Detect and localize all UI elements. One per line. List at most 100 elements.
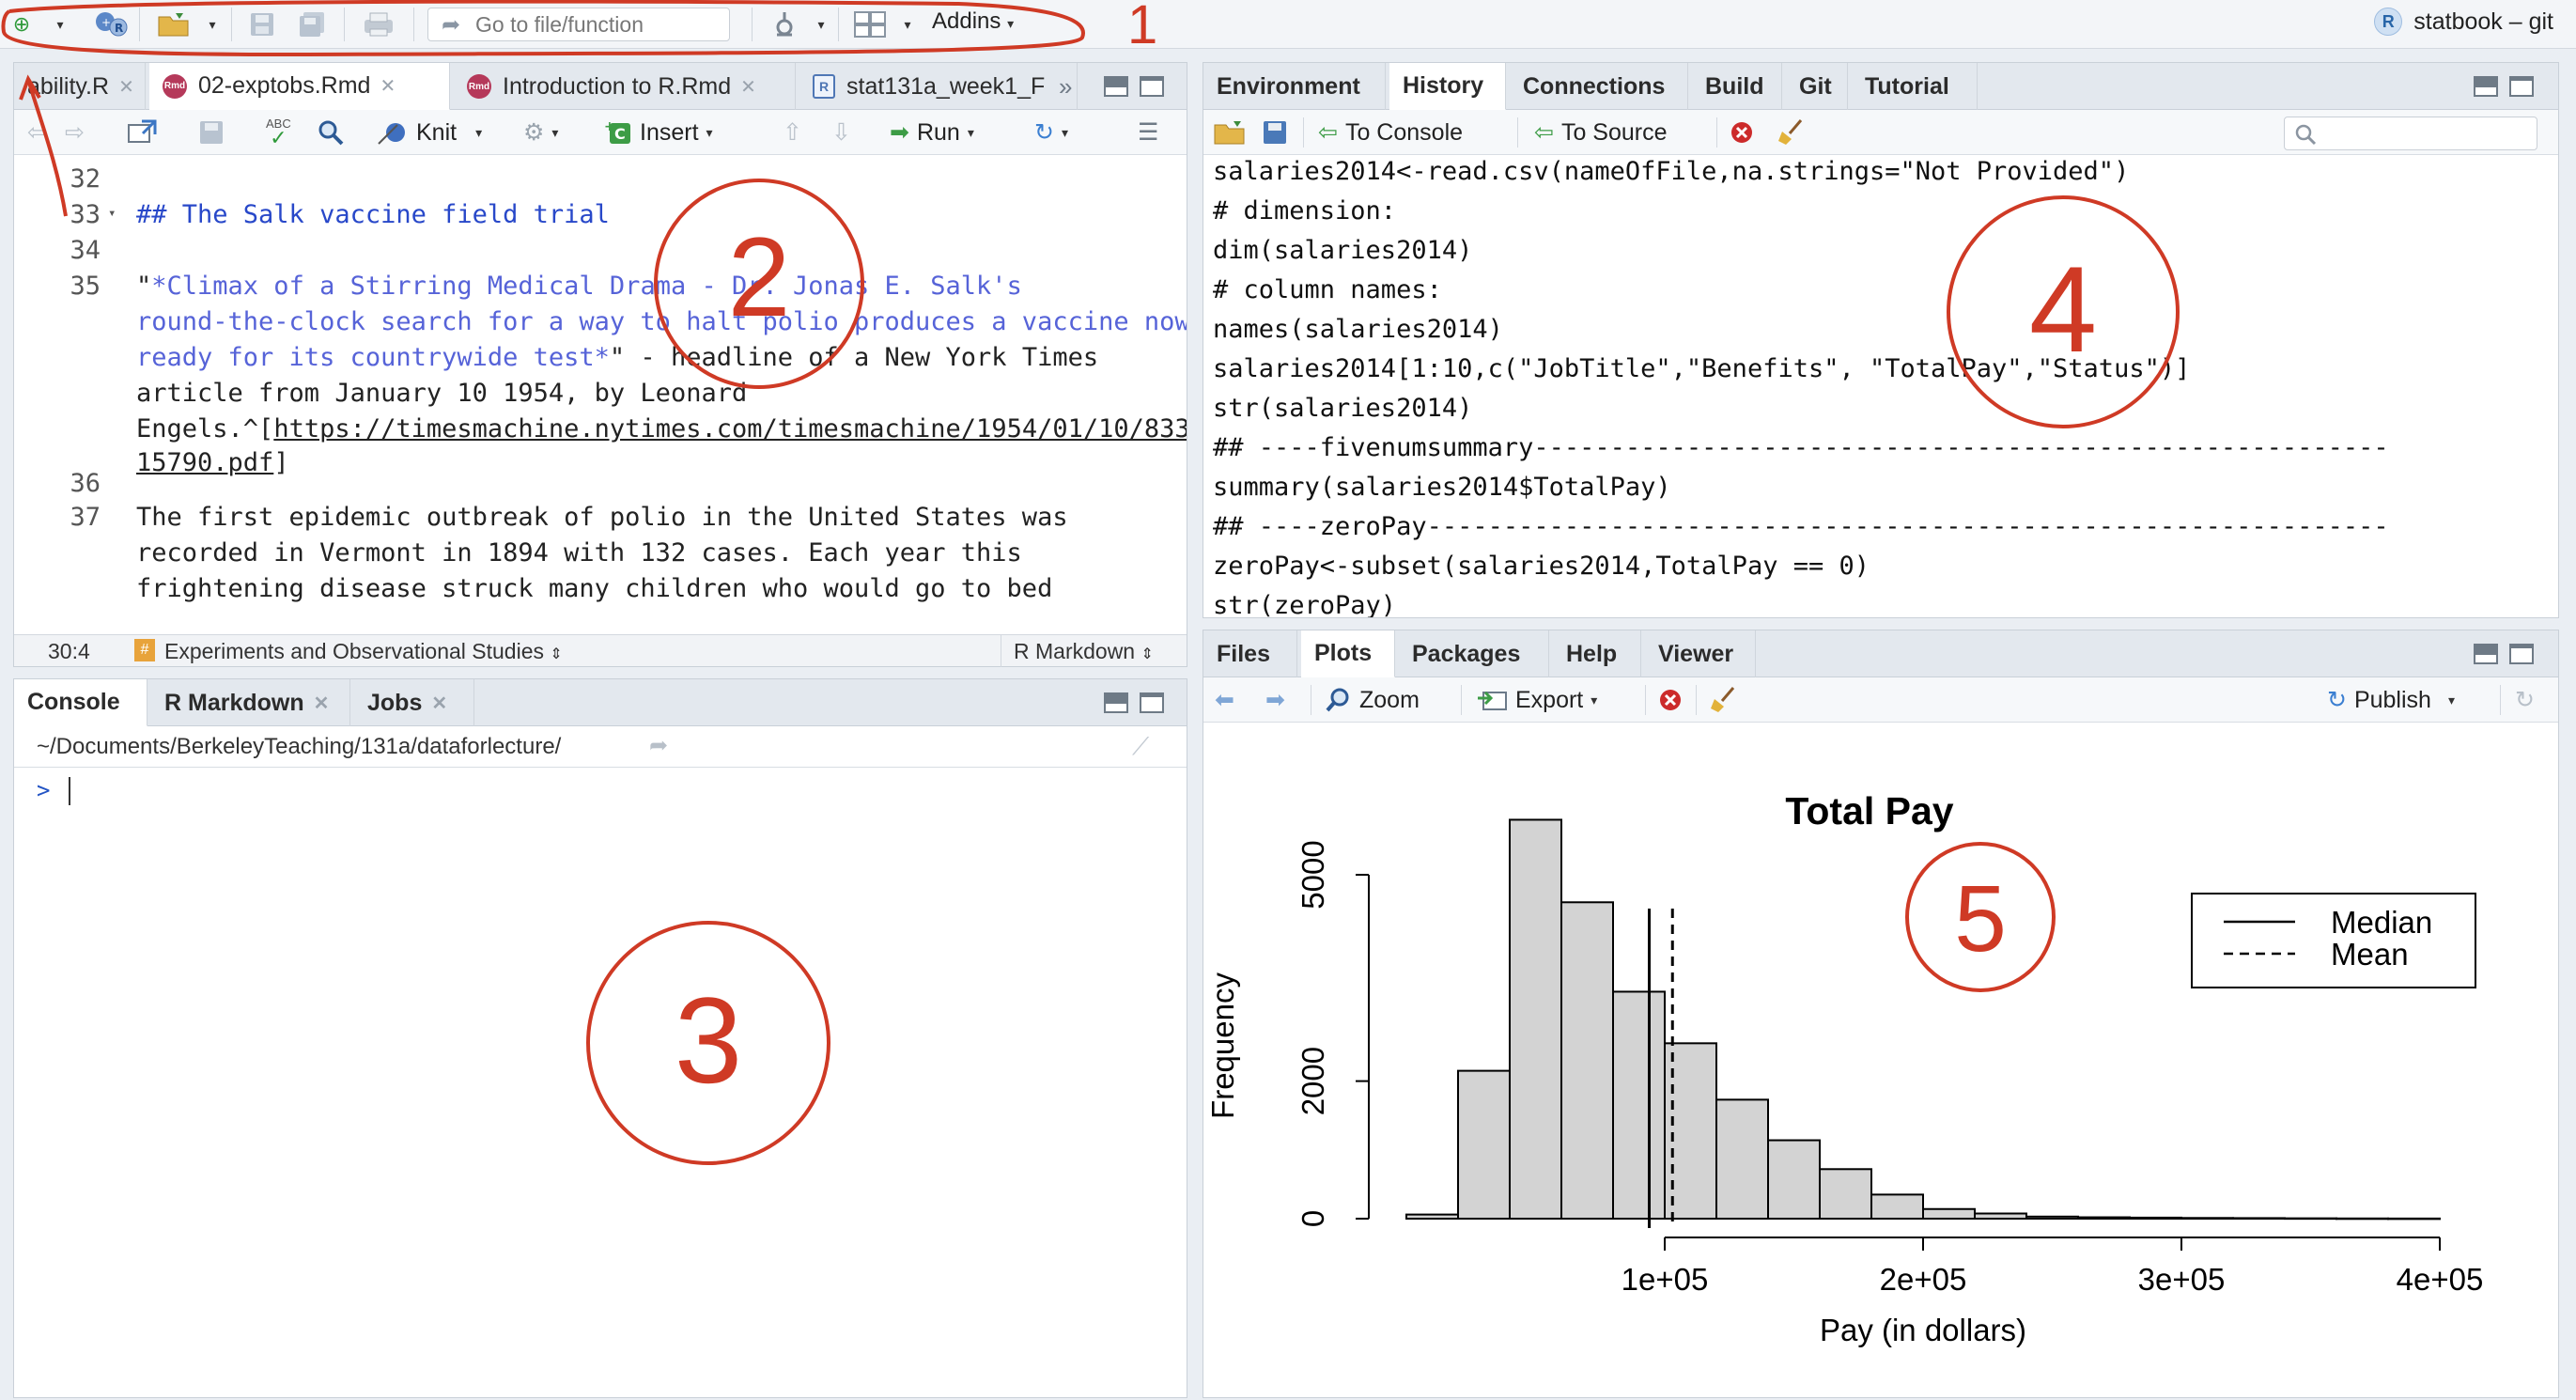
knit-button[interactable]: Knit ▾ — [377, 117, 482, 148]
new-project-icon[interactable]: + R — [92, 9, 130, 39]
tab-introduction-to-r[interactable]: Rmd Introduction to R.Rmd ✕ — [454, 63, 796, 110]
rerun-button[interactable]: ↻ ▾ — [1034, 117, 1068, 148]
back-icon[interactable]: ⇦ — [27, 117, 47, 148]
clear-history-broom-icon[interactable] — [1777, 117, 1805, 148]
tab-git[interactable]: Git — [1786, 63, 1848, 110]
save-all-icon[interactable] — [297, 9, 327, 39]
tab-viewer[interactable]: Viewer — [1645, 630, 1756, 677]
clear-console-broom-icon[interactable]: ⟋ — [1132, 732, 1149, 762]
previous-chunk-icon[interactable]: ⇧ — [783, 117, 802, 148]
file-type-selector[interactable]: R Markdown ⇕ — [1014, 639, 1154, 664]
pane-layout-icon[interactable] — [853, 9, 887, 39]
open-file-icon[interactable] — [156, 9, 194, 39]
console-output[interactable]: > — [23, 775, 1177, 1388]
tab-tutorial[interactable]: Tutorial — [1852, 63, 1978, 110]
code-tools-icon[interactable] — [770, 9, 799, 39]
clear-plots-broom-icon[interactable] — [1709, 685, 1737, 715]
history-entry[interactable]: str(salaries2014) — [1213, 394, 1472, 423]
more-tabs-icon[interactable]: » — [1059, 72, 1072, 101]
tab-console[interactable]: Console — [14, 679, 147, 726]
zoom-button[interactable]: Zoom — [1326, 685, 1420, 715]
addins-menu[interactable]: Addins ▾ — [932, 8, 1014, 35]
project-menu[interactable]: R statbook – git — [2374, 8, 2553, 36]
history-entry[interactable]: names(salaries2014) — [1213, 315, 1503, 344]
close-tab-icon[interactable]: ✕ — [314, 692, 330, 715]
minimize-pane-icon[interactable] — [1104, 692, 1128, 713]
history-entry[interactable]: summary(salaries2014$TotalPay) — [1213, 473, 1671, 502]
spell-check-button[interactable]: ABC ✓ — [266, 117, 291, 148]
remove-plot-icon[interactable] — [1658, 685, 1683, 715]
tab-02-exptobs[interactable]: Rmd 02-exptobs.Rmd ✕ — [149, 63, 450, 110]
history-entry[interactable]: str(zeroPay) — [1213, 591, 1396, 617]
save-history-icon[interactable] — [1262, 117, 1288, 148]
previous-plot-icon[interactable]: ⬅ — [1215, 685, 1234, 715]
document-outline-icon[interactable]: ☰ — [1138, 117, 1158, 148]
save-icon[interactable] — [248, 9, 276, 39]
working-directory[interactable]: ~/Documents/BerkeleyTeaching/131a/datafo… — [37, 734, 561, 760]
maximize-pane-icon[interactable] — [1140, 76, 1164, 97]
remove-entry-icon[interactable] — [1730, 117, 1754, 148]
new-file-icon[interactable]: ⊕ — [8, 9, 36, 39]
insert-chunk-button[interactable]: C + Insert ▾ — [604, 117, 713, 148]
code-tools-dropdown-icon[interactable]: ▾ — [814, 9, 829, 39]
history-list[interactable]: salaries2014<-read.csv(nameOfFile,na.str… — [1203, 155, 2558, 617]
pane-layout-dropdown-icon[interactable]: ▾ — [900, 9, 915, 39]
settings-gear-button[interactable]: ⚙ ▾ — [523, 117, 558, 148]
refresh-plot-icon[interactable]: ↻ — [2515, 685, 2535, 715]
code-editor[interactable]: 32 33 ▾ 34 35 36 37 ## The Salk vaccine … — [14, 155, 1187, 634]
close-tab-icon[interactable]: ✕ — [118, 75, 134, 99]
next-plot-icon[interactable]: ➡ — [1265, 685, 1285, 715]
maximize-pane-icon[interactable] — [1140, 692, 1164, 713]
section-navigator[interactable]: Experiments and Observational Studies ⇕ — [164, 639, 563, 664]
history-entry[interactable]: ## ----zeroPay--------------------------… — [1213, 512, 2389, 541]
save-file-icon[interactable] — [198, 117, 225, 148]
code-link[interactable]: https://timesmachine.nytimes.com/timesma… — [273, 414, 1187, 443]
history-entry[interactable]: salaries2014<-read.csv(nameOfFile,na.str… — [1213, 157, 2129, 186]
find-replace-icon[interactable] — [317, 117, 345, 148]
run-button[interactable]: ➡ Run ▾ — [890, 117, 974, 148]
tab-files[interactable]: Files — [1203, 630, 1297, 677]
new-file-dropdown-icon[interactable]: ▾ — [53, 9, 68, 39]
forward-icon[interactable]: ⇨ — [65, 117, 85, 148]
minimize-pane-icon[interactable] — [1104, 76, 1128, 97]
close-tab-icon[interactable]: ✕ — [431, 692, 447, 715]
history-entry[interactable]: # dimension: — [1213, 196, 1396, 226]
minimize-pane-icon[interactable] — [2474, 76, 2498, 97]
tab-environment[interactable]: Environment — [1203, 63, 1386, 110]
history-entry[interactable]: salaries2014[1:10,c("JobTitle","Benefits… — [1213, 354, 2190, 383]
close-tab-icon[interactable]: ✕ — [740, 75, 756, 99]
tab-connections[interactable]: Connections — [1510, 63, 1688, 110]
tab-jobs[interactable]: Jobs ✕ — [354, 679, 474, 726]
tab-packages[interactable]: Packages — [1399, 630, 1549, 677]
maximize-pane-icon[interactable] — [2509, 76, 2534, 97]
publish-button[interactable]: ↻ Publish ▾ — [2327, 685, 2455, 715]
to-console-button[interactable]: ⇦ To Console — [1318, 117, 1463, 148]
open-file-dropdown-icon[interactable]: ▾ — [205, 9, 220, 39]
history-search-input[interactable] — [2284, 117, 2537, 150]
minimize-pane-icon[interactable] — [2474, 644, 2498, 664]
source-window-controls — [1104, 76, 1164, 97]
fold-chevron-icon[interactable]: ▾ — [108, 206, 116, 221]
code-link[interactable]: 15790.pdf — [136, 448, 273, 477]
close-tab-icon[interactable]: ✕ — [380, 74, 396, 98]
go-to-directory-icon[interactable]: ➦ — [649, 732, 668, 759]
tab-build[interactable]: Build — [1692, 63, 1782, 110]
tab-plots[interactable]: Plots — [1301, 630, 1395, 677]
tab-r-markdown[interactable]: R Markdown ✕ — [151, 679, 350, 726]
history-entry[interactable]: dim(salaries2014) — [1213, 236, 1472, 265]
maximize-pane-icon[interactable] — [2509, 644, 2534, 664]
history-entry[interactable]: ## ----fivenumsummary-------------------… — [1213, 433, 2389, 462]
show-in-window-icon[interactable] — [127, 117, 159, 148]
next-chunk-icon[interactable]: ⇩ — [831, 117, 851, 148]
tab-history[interactable]: History — [1389, 63, 1506, 110]
export-button[interactable]: Export ▾ — [1476, 685, 1597, 715]
goto-file-function-input[interactable]: ➦ Go to file/function — [427, 8, 730, 41]
history-entry[interactable]: zeroPay<-subset(salaries2014,TotalPay ==… — [1213, 552, 1870, 581]
history-entry[interactable]: # column names: — [1213, 275, 1442, 304]
tab-ability-r[interactable]: ability.R ✕ — [14, 63, 146, 110]
to-source-button[interactable]: ⇦ To Source — [1534, 117, 1668, 148]
print-icon[interactable] — [361, 9, 396, 39]
tab-help[interactable]: Help — [1553, 630, 1641, 677]
tab-stat131a-week1[interactable]: Rstat131a_week1_F — [799, 63, 1078, 110]
load-history-icon[interactable] — [1213, 117, 1249, 148]
